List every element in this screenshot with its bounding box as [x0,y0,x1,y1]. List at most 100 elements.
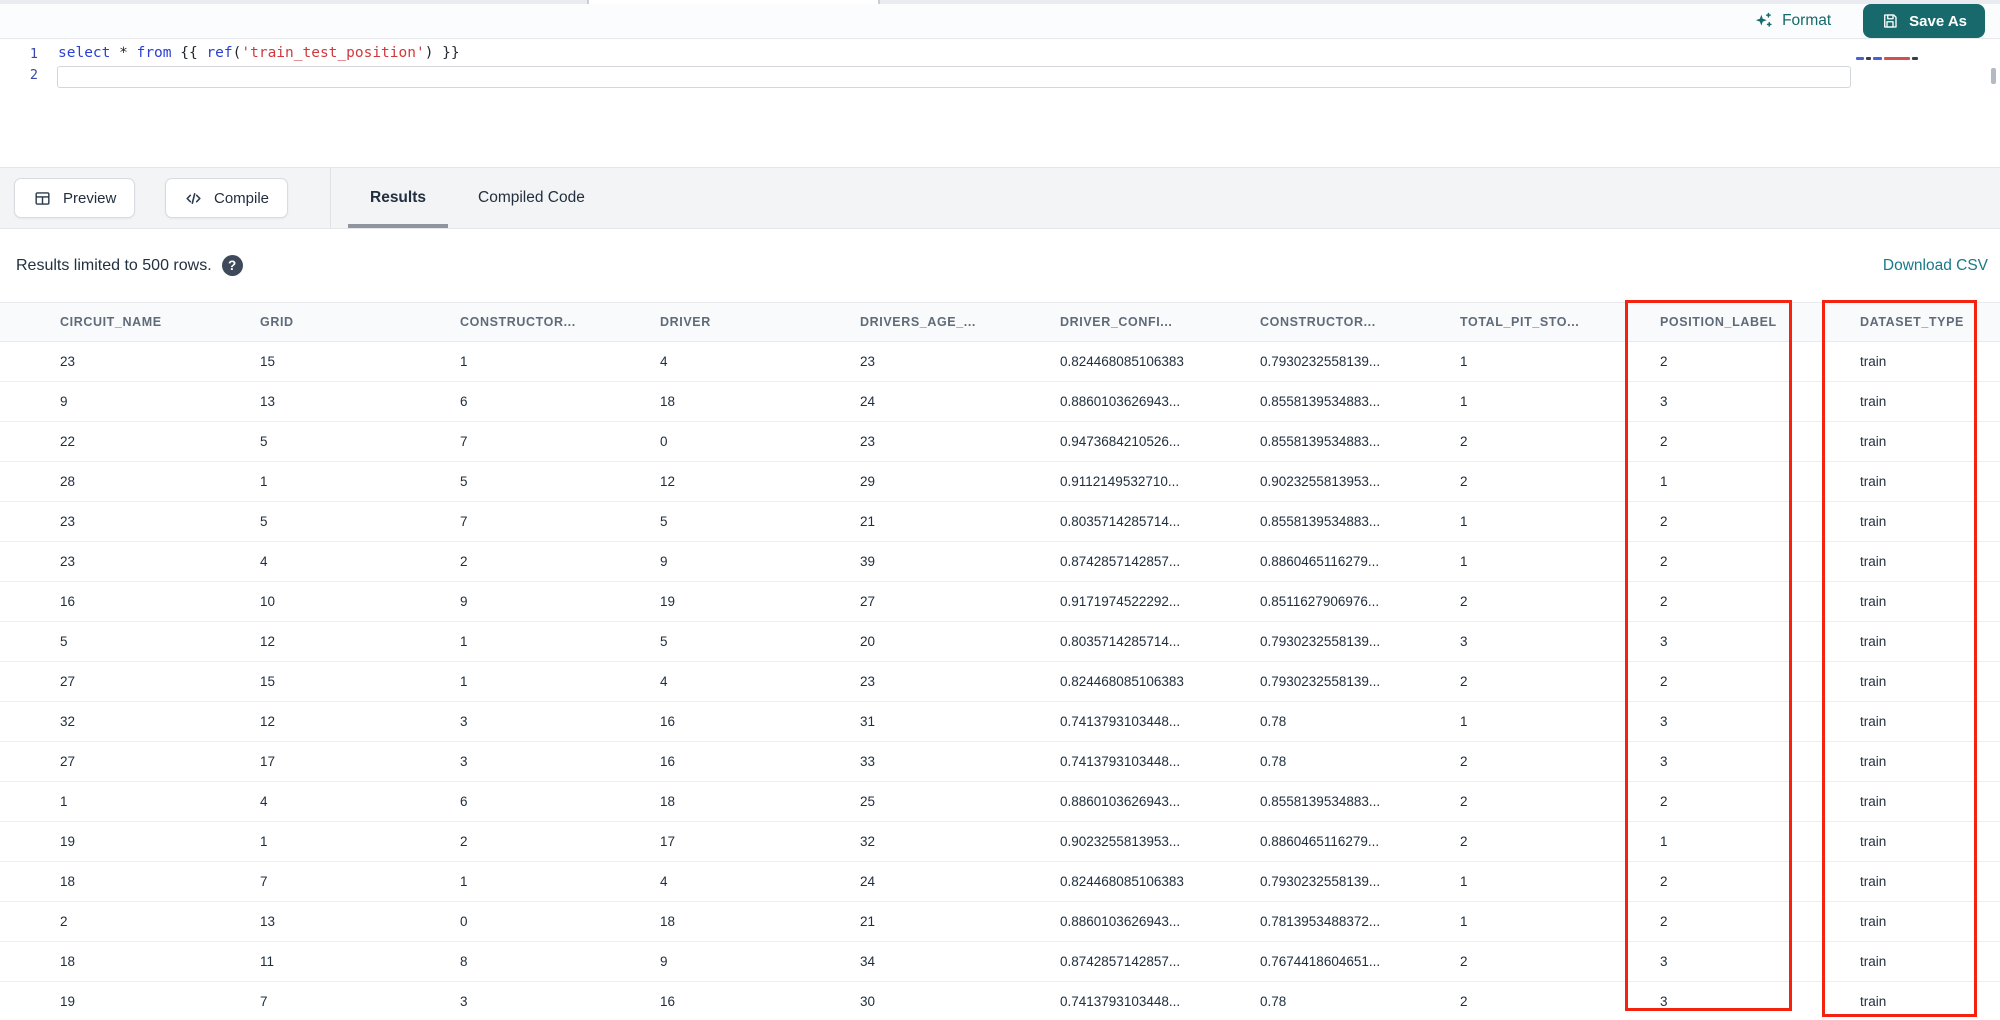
table-cell: 0.8742857142857... [1060,554,1181,569]
table-cell: 1 [1460,394,1468,409]
compile-label: Compile [214,189,270,207]
preview-label: Preview [63,189,117,207]
table-cell: train [1860,394,1887,409]
table-cell: 12 [260,634,276,649]
table-cell: 2 [1660,514,1668,529]
table-cell: 5 [660,514,668,529]
table-cell: train [1860,954,1887,969]
table-cell: 7 [460,514,468,529]
table-cell: 1 [1460,874,1468,889]
table-cell: 1 [1660,474,1668,489]
table-cell: 27 [60,754,76,769]
table-cell: 2 [60,914,68,929]
table-cell: 0.78 [1260,754,1287,769]
column-header: POSITION_LABEL [1660,315,1777,329]
table-cell: 0.9023255813953... [1260,474,1381,489]
table-cell: 0.9023255813953... [1060,834,1181,849]
format-button[interactable]: Format [1753,11,1831,31]
table-cell: 2 [1660,874,1668,889]
table-cell: 1 [460,874,468,889]
tab-compiled-code[interactable]: Compiled Code [456,168,607,228]
save-as-button[interactable]: Save As [1863,4,1985,38]
table-row: 18 7 1 4 24 0.824468085106383 0.7930232558139.… [0,862,2000,902]
table-cell: 21 [860,914,876,929]
table-cell: 7 [260,874,268,889]
line-number: 2 [29,67,38,83]
table-cell: 16 [660,754,676,769]
preview-button[interactable]: Preview [14,178,136,218]
column-header: DRIVER_CONFI... [1060,315,1173,329]
table-cell: 0.8860103626943... [1060,914,1181,929]
table-cell: 3 [460,714,468,729]
table-cell: 5 [460,474,468,489]
table-cell: 23 [860,674,876,689]
table-cell: 2 [1460,954,1468,969]
code-token: from [136,45,172,61]
divider [330,168,331,228]
table-cell: 2 [1460,594,1468,609]
table-cell: 31 [860,714,876,729]
table-cell: 0.824468085106383 [1060,674,1184,689]
tab-results[interactable]: Results [348,168,448,228]
save-icon [1884,14,1897,28]
table-cell: 0.8035714285714... [1060,634,1181,649]
code-editor[interactable]: 1 2 select * from {{ ref('train_test_pos… [0,40,2000,167]
table-cell: 0.8511627906976... [1260,594,1380,609]
compile-button[interactable]: Compile [165,178,289,218]
table-cell: 39 [860,554,876,569]
table-row: 19 1 2 17 32 0.9023255813953... 0.886046511627… [0,822,2000,862]
table-cell: 29 [860,474,876,489]
table-row: 16 10 9 19 27 0.9171974522292... 0.85116279069… [0,582,2000,622]
table-cell: 0.9171974522292... [1060,594,1181,609]
table-cell: train [1860,514,1887,529]
table-cell: 0.7674418604651... [1260,954,1381,969]
table-cell: 1 [1460,554,1468,569]
table-cell: 0.8860103626943... [1060,794,1181,809]
editor-minimap[interactable] [1856,57,1930,61]
table-cell: 17 [260,754,276,769]
table-cell: 1 [1460,714,1468,729]
table-row: 9 13 6 18 24 0.8860103626943... 0.855813953488… [0,382,2000,422]
results-header: Results limited to 500 rows. ? Download … [0,229,2000,302]
table-cell: 3 [1660,714,1668,729]
table-cell: 1 [460,354,468,369]
table-cell: train [1860,874,1887,889]
table-cell: 15 [260,674,276,689]
table-cell: 3 [1660,954,1668,969]
table-cell: 0.78 [1260,994,1287,1009]
table-cell: train [1860,594,1887,609]
table-cell: 23 [60,514,76,529]
table-cell: 3 [1660,634,1668,649]
column-header: CONSTRUCTOR... [460,315,576,329]
table-cell: 18 [60,874,76,889]
help-icon[interactable]: ? [221,255,243,276]
action-bar: Preview Compile Results Compiled Code [0,167,2000,229]
table-cell: 0.8860465116279... [1260,834,1380,849]
table-cell: 13 [260,914,276,929]
table-cell: 2 [460,834,468,849]
table-cell: 2 [1660,674,1668,689]
table-cell: 0.7930232558139... [1260,674,1381,689]
table-cell: 23 [860,434,876,449]
table-cell: 23 [860,354,876,369]
table-cell: 18 [660,914,676,929]
table-header-row: CIRCUIT_NAME GRID CONSTRUCTOR... DRIVER DRIV… [0,302,2000,342]
download-csv-link[interactable]: Download CSV [1883,257,1988,275]
table-cell: 18 [60,954,76,969]
table-cell: 2 [1660,794,1668,809]
table-cell: 1 [1460,354,1468,369]
table-cell: train [1860,714,1887,729]
table-cell: 19 [60,994,76,1009]
table-row: 32 12 3 16 31 0.7413793103448... 0.78 1 3 train [0,702,2000,742]
results-tabs: Results Compiled Code [348,168,607,228]
table-cell: 0.7813953488372... [1260,914,1381,929]
table-cell: train [1860,794,1887,809]
table-cell: 0.8558139534883... [1260,794,1381,809]
table-cell: 2 [1460,754,1468,769]
table-row: 1 4 6 18 25 0.8860103626943... 0.8558139534883… [0,782,2000,822]
editor-scrollbar-thumb[interactable] [1991,68,1996,84]
code-line: select * from {{ ref('train_test_positio… [58,45,460,61]
code-token: }} [433,45,460,61]
table-cell: 0.8558139534883... [1260,514,1381,529]
table-cell: 2 [1460,834,1468,849]
